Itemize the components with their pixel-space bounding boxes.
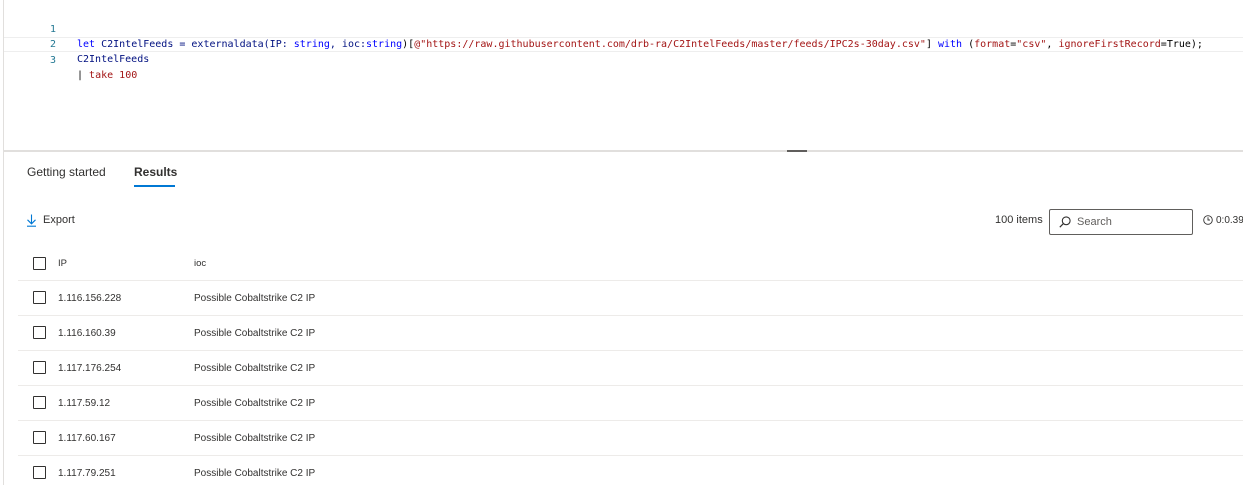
table-row[interactable]: 1.117.59.12 Possible Cobaltstrike C2 IP [18, 386, 1243, 421]
export-label: Export [43, 214, 75, 226]
splitter-grip-handle[interactable] [787, 150, 807, 152]
table-row[interactable]: 1.116.160.39 Possible Cobaltstrike C2 IP [18, 316, 1243, 351]
cell-ip: 1.117.176.254 [58, 363, 122, 374]
cell-ioc: Possible Cobaltstrike C2 IP [194, 468, 316, 479]
table-row[interactable]: 1.117.79.251 Possible Cobaltstrike C2 IP [18, 456, 1243, 485]
row-checkbox[interactable] [33, 396, 46, 409]
cell-ioc: Possible Cobaltstrike C2 IP [194, 293, 316, 304]
active-tab-indicator [134, 185, 175, 187]
clock-icon [1203, 215, 1213, 225]
cell-ioc: Possible Cobaltstrike C2 IP [194, 398, 316, 409]
table-row[interactable]: 1.117.60.167 Possible Cobaltstrike C2 IP [18, 421, 1243, 456]
row-checkbox[interactable] [33, 431, 46, 444]
column-header-ioc[interactable]: ioc [194, 247, 206, 282]
table-row[interactable]: 1.116.156.228 Possible Cobaltstrike C2 I… [18, 281, 1243, 316]
tab-getting-started[interactable]: Getting started [27, 164, 106, 188]
code-text[interactable]: | take 100 [77, 68, 137, 83]
code-token: | [77, 70, 90, 81]
cell-ip: 1.117.60.167 [58, 433, 116, 444]
download-icon [27, 214, 36, 227]
search-input[interactable] [1077, 216, 1187, 228]
line-number: 3 [49, 55, 56, 66]
export-button[interactable]: Export [26, 212, 75, 228]
code-token: 100 [119, 70, 138, 81]
pane-splitter[interactable] [4, 150, 1243, 152]
row-checkbox[interactable] [33, 466, 46, 479]
select-all-checkbox[interactable] [33, 257, 46, 270]
elapsed-time: 0:0.39 [1203, 213, 1243, 227]
cell-ip: 1.117.79.251 [58, 468, 116, 479]
cell-ioc: Possible Cobaltstrike C2 IP [194, 433, 316, 444]
row-checkbox[interactable] [33, 291, 46, 304]
search-icon [1059, 216, 1071, 228]
code-line-2[interactable]: 2 C2IntelFeeds [4, 22, 1243, 65]
results-grid: IP ioc 1.116.156.228 Possible Cobaltstri… [18, 247, 1243, 485]
row-checkbox[interactable] [33, 326, 46, 339]
grid-header-row: IP ioc [18, 247, 1243, 281]
code-token: take [89, 70, 114, 81]
cell-ip: 1.116.160.39 [58, 328, 116, 339]
cell-ip: 1.117.59.12 [58, 398, 111, 409]
table-row[interactable]: 1.117.176.254 Possible Cobaltstrike C2 I… [18, 351, 1243, 386]
search-box[interactable] [1049, 209, 1193, 235]
cell-ioc: Possible Cobaltstrike C2 IP [194, 363, 316, 374]
column-header-ip[interactable]: IP [58, 247, 67, 282]
cell-ioc: Possible Cobaltstrike C2 IP [194, 328, 316, 339]
query-editor[interactable]: 1 let C2IntelFeeds = externaldata(IP: st… [4, 0, 1243, 150]
code-token: C2IntelFeeds [77, 54, 150, 65]
cell-ip: 1.116.156.228 [58, 293, 122, 304]
code-line-1[interactable]: 1 let C2IntelFeeds = externaldata(IP: st… [4, 7, 1243, 50]
elapsed-time-value: 0:0.39 [1216, 214, 1243, 226]
row-checkbox[interactable] [33, 361, 46, 374]
items-count: 100 items [995, 214, 1043, 226]
code-text[interactable]: C2IntelFeeds [77, 52, 149, 67]
code-line-3[interactable]: 3 | take 100 [4, 37, 1243, 81]
